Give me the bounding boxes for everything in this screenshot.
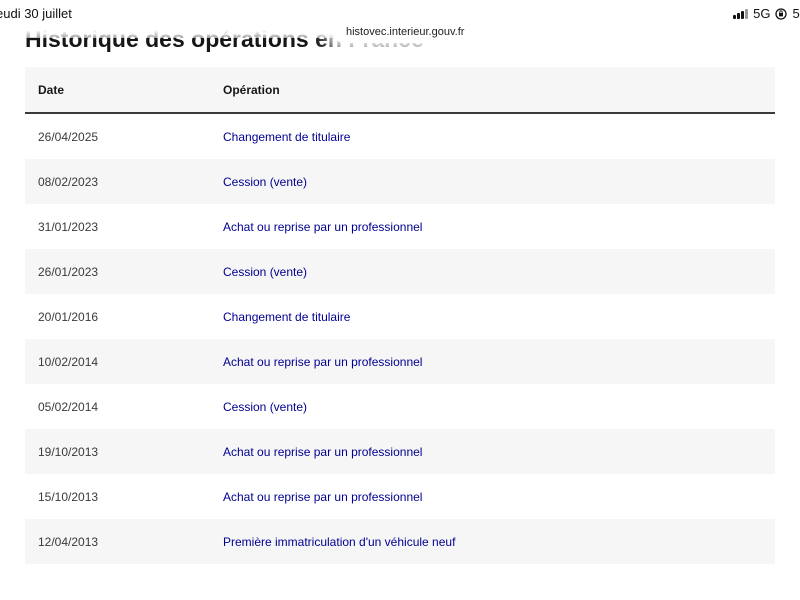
battery-indicator: 5( <box>792 6 800 21</box>
table-row: 10/02/2014 Achat ou reprise par un profe… <box>25 339 775 384</box>
column-header-date: Date <box>25 67 210 114</box>
cell-operation: Achat ou reprise par un professionnel <box>210 204 775 249</box>
cell-date: 08/02/2023 <box>25 159 210 204</box>
status-indicators: 5G 5( <box>733 6 800 21</box>
table-row: 05/02/2014 Cession (vente) <box>25 384 775 429</box>
cell-date: 12/04/2013 <box>25 519 210 564</box>
cell-date: 10/02/2014 <box>25 339 210 384</box>
table-row: 15/10/2013 Achat ou reprise par un profe… <box>25 474 775 519</box>
cellular-signal-icon <box>733 8 749 19</box>
network-type: 5G <box>753 6 771 21</box>
table-row: 12/04/2013 Première immatriculation d'un… <box>25 519 775 564</box>
table-header-row: Date Opération <box>25 67 775 114</box>
cell-operation: Changement de titulaire <box>210 113 775 159</box>
cell-operation: Achat ou reprise par un professionnel <box>210 339 775 384</box>
cell-date: 31/01/2023 <box>25 204 210 249</box>
cell-date: 20/01/2016 <box>25 294 210 339</box>
cell-operation: Cession (vente) <box>210 249 775 294</box>
table-row: 26/01/2023 Cession (vente) <box>25 249 775 294</box>
cell-operation: Cession (vente) <box>210 384 775 429</box>
column-header-operation: Opération <box>210 67 775 114</box>
page: eudi 30 juillet 5G 5( histovec.interieur… <box>0 0 800 600</box>
cell-operation: Changement de titulaire <box>210 294 775 339</box>
cell-date: 26/01/2023 <box>25 249 210 294</box>
cell-date: 15/10/2013 <box>25 474 210 519</box>
cell-date: 26/04/2025 <box>25 113 210 159</box>
table-row: 20/01/2016 Changement de titulaire <box>25 294 775 339</box>
url-bar[interactable]: histovec.interieur.gouv.fr <box>333 21 478 43</box>
orientation-lock-icon <box>775 7 788 20</box>
operations-history-table: Date Opération 26/04/2025 Changement de … <box>25 67 775 564</box>
table-row: 31/01/2023 Achat ou reprise par un profe… <box>25 204 775 249</box>
cell-operation: Cession (vente) <box>210 159 775 204</box>
cell-operation: Achat ou reprise par un professionnel <box>210 474 775 519</box>
cell-date: 05/02/2014 <box>25 384 210 429</box>
table-row: 08/02/2023 Cession (vente) <box>25 159 775 204</box>
table-row: 19/10/2013 Achat ou reprise par un profe… <box>25 429 775 474</box>
table-row: 26/04/2025 Changement de titulaire <box>25 113 775 159</box>
cell-operation: Première immatriculation d'un véhicule n… <box>210 519 775 564</box>
cell-operation: Achat ou reprise par un professionnel <box>210 429 775 474</box>
status-time: eudi 30 juillet <box>0 6 72 21</box>
cell-date: 19/10/2013 <box>25 429 210 474</box>
